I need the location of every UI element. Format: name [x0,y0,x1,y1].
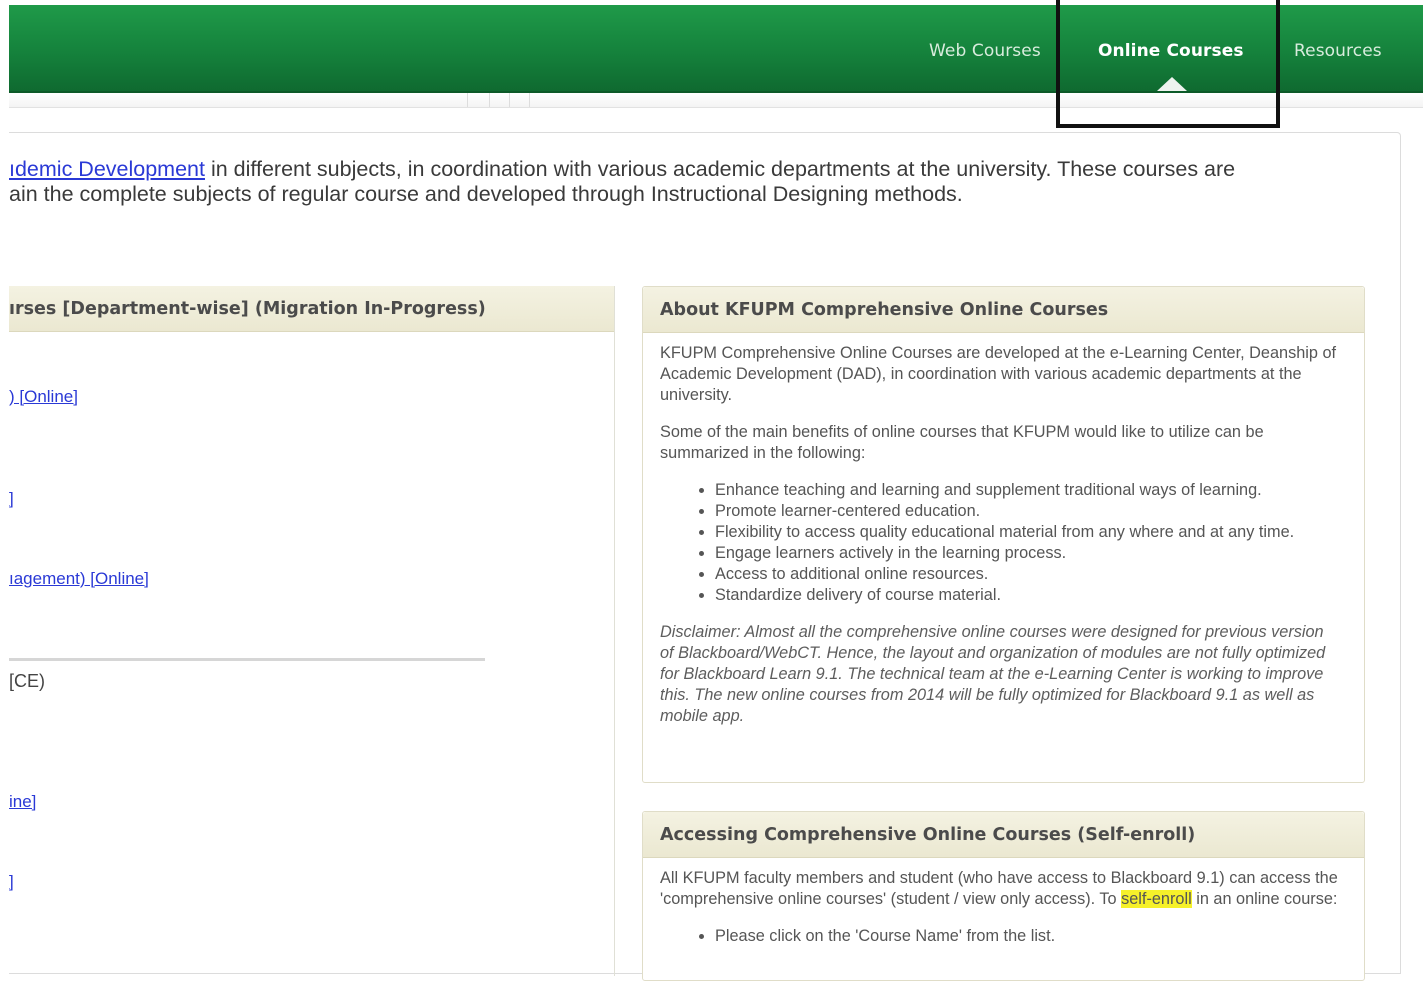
divider [467,93,468,107]
access-text-end: in an online course: [1191,890,1338,908]
divider [529,93,530,107]
about-panel-body: KFUPM Comprehensive Online Courses are d… [643,333,1364,727]
left-edge [0,0,9,963]
self-enroll-panel-header: Accessing Comprehensive Online Courses (… [643,812,1364,858]
intro-text: ıdemic Development in different subjects… [9,157,1309,207]
nav-resources[interactable]: Resources [1294,41,1382,61]
course-link[interactable]: ıagement) [Online] [9,569,149,589]
intro-line2: ain the complete subjects of regular cou… [9,182,963,206]
self-enroll-panel-body: All KFUPM faculty members and student (w… [643,858,1364,947]
section-label: [CE) [9,671,45,691]
self-enroll-highlight: self-enroll [1121,890,1192,908]
course-link[interactable]: ) [Online] [9,387,78,407]
course-link[interactable]: ] [9,872,14,892]
list-item: Flexibility to access quality educationa… [715,522,1340,543]
list-item: Engage learners actively in the learning… [715,543,1340,564]
list-item: Access to additional online resources. [715,564,1340,585]
list-item: Standardize delivery of course material. [715,585,1340,606]
academic-development-link[interactable]: ıdemic Development [9,157,205,181]
nav-web-courses[interactable]: Web Courses [929,41,1041,61]
list-item: Enhance teaching and learning and supple… [715,480,1340,501]
self-enroll-panel: Accessing Comprehensive Online Courses (… [642,811,1365,981]
benefits-list: Enhance teaching and learning and supple… [660,480,1340,606]
about-paragraph: KFUPM Comprehensive Online Courses are d… [660,344,1337,404]
disclaimer-text: Disclaimer: Almost all the comprehensive… [660,623,1326,725]
department-courses-header: ırses [Department-wise] (Migration In-Pr… [9,286,614,332]
list-item: Promote learner-centered education. [715,501,1340,522]
list-item: Please click on the 'Course Name' from t… [715,926,1340,947]
divider [509,93,510,107]
access-steps-list: Please click on the 'Course Name' from t… [660,926,1340,947]
department-courses-panel: ırses [Department-wise] (Migration In-Pr… [9,286,615,976]
course-link[interactable]: ] [9,489,14,509]
benefits-intro: Some of the main benefits of online cour… [660,423,1264,462]
section-divider [9,658,485,661]
annotation-highlight-box [1056,0,1280,128]
about-online-courses-panel: About KFUPM Comprehensive Online Courses… [642,286,1365,783]
course-link[interactable]: ine] [9,792,36,812]
divider [489,93,490,107]
about-panel-header: About KFUPM Comprehensive Online Courses [643,287,1364,333]
intro-line1: in different subjects, in coordination w… [204,157,1236,181]
access-paragraph: All KFUPM faculty members and student (w… [660,868,1340,910]
